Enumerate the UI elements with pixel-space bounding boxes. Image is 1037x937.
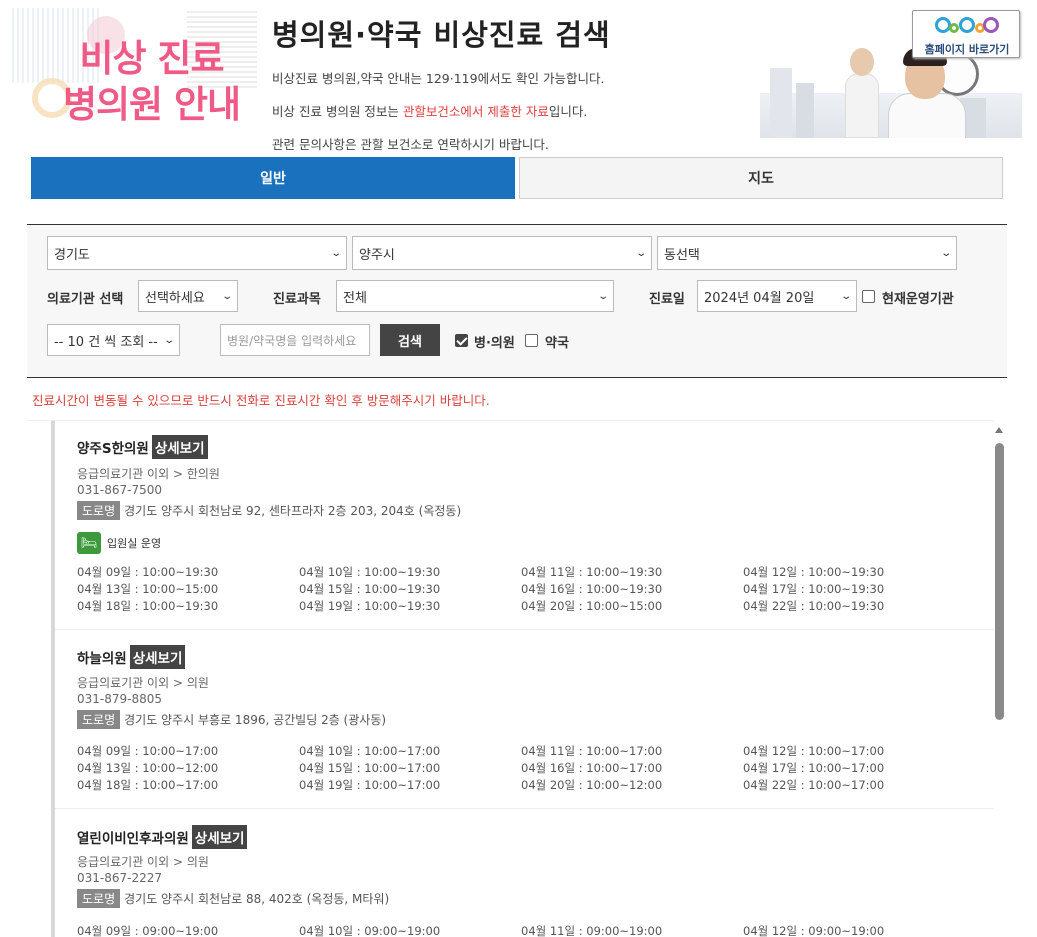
clinic-address: 도로명 경기도 양주시 회천남로 88, 402호 (옥정동, M타워)	[77, 889, 389, 908]
clinic-type: 응급의료기관 이외 > 의원	[77, 855, 209, 869]
list-item: 열린이비인후과의원 상세보기 응급의료기관 이외 > 의원 031-867-22…	[55, 809, 994, 937]
detail-button[interactable]: 상세보기	[151, 435, 208, 459]
road-badge: 도로명	[77, 501, 121, 520]
search-panel: 경기도 ⌄ 양주시 ⌄ 동선택 ⌄ 의료기관 선택 선택하세요 ⌄ 진료과목 전체 ⌄ 진…	[27, 224, 1007, 378]
clinic-name: 양주S한의원	[77, 441, 149, 457]
dong-select[interactable]: 동선택 ⌄	[657, 236, 957, 270]
chevron-down-icon: ⌄	[329, 247, 342, 259]
keyword-input[interactable]: 병원/약국명을 입력하세요	[220, 324, 370, 356]
header-banner: 비상 진료 병의원 안내 병의원·약국 비상진료 검색 비상진료 병의원,약국 …	[0, 0, 1037, 152]
road-badge: 도로명	[77, 889, 121, 908]
chevron-down-icon: ⌄	[839, 290, 852, 302]
clinic-phone: 031-867-7500	[77, 483, 163, 497]
clinic-phone: 031-879-8805	[77, 692, 163, 706]
inpatient-info: 🛏 입원실 운영	[77, 532, 161, 554]
clinic-type: 응급의료기관 이외 > 한의원	[77, 467, 220, 481]
chevron-down-icon: ⌄	[634, 247, 647, 259]
emergency-care-logo: 비상 진료 병의원 안내	[12, 8, 257, 133]
chevron-down-icon: ⌄	[596, 290, 609, 302]
info-line-1: 비상진료 병의원,약국 안내는 129·119에서도 확인 가능합니다.	[272, 71, 605, 86]
clinic-name: 하늘의원	[77, 651, 127, 667]
logo-line-2: 병의원 안내	[62, 83, 241, 126]
notice-text: 진료시간이 변동될 수 있으므로 반드시 전화로 진료시간 확인 후 방문해주시…	[32, 393, 490, 408]
list-item: 하늘의원 상세보기 응급의료기관 이외 > 의원 031-879-8805 도로…	[55, 630, 994, 809]
detail-button[interactable]: 상세보기	[129, 645, 186, 669]
hours-table: 04월 09일 : 10:00~17:00 04월 10일 : 10:00~17:…	[77, 744, 885, 792]
search-button[interactable]: 검색	[380, 324, 440, 356]
chevron-down-icon: ⌄	[162, 334, 175, 346]
info-line-2: 비상 진료 병의원 정보는 관할보건소에서 제출한 자료입니다.	[272, 104, 588, 119]
tab-general[interactable]: 일반	[31, 157, 515, 199]
results-list: 양주S한의원 상세보기 응급의료기관 이외 > 한의원 031-867-7500…	[27, 420, 994, 937]
homepage-button[interactable]: 홈페이지 바로가기	[912, 10, 1020, 58]
chevron-down-icon: ⌄	[939, 247, 952, 259]
pharmacy-checkbox[interactable]	[525, 334, 538, 347]
clinic-address: 도로명 경기도 양주시 부흥로 1896, 공간빌딩 2층 (광사동)	[77, 710, 386, 729]
info-line-3: 관련 문의사항은 관할 보건소로 연락하시기 바랍니다.	[272, 137, 549, 152]
operating-checkbox[interactable]	[862, 290, 875, 303]
bed-icon: 🛏	[77, 532, 101, 554]
department-select[interactable]: 전체 ⌄	[336, 280, 614, 312]
egen-logo-icon	[935, 15, 999, 37]
date-select[interactable]: 2024년 04월 20일 ⌄	[697, 280, 857, 312]
clinic-phone: 031-867-2227	[77, 871, 163, 885]
detail-button[interactable]: 상세보기	[191, 825, 248, 849]
institution-label: 의료기관 선택	[47, 292, 124, 307]
city-select[interactable]: 양주시 ⌄	[352, 236, 652, 270]
clinic-type: 응급의료기관 이외 > 의원	[77, 676, 209, 690]
logo-line-1: 비상 진료	[79, 37, 224, 80]
province-select[interactable]: 경기도 ⌄	[47, 236, 347, 270]
scrollbar-thumb[interactable]	[995, 443, 1004, 720]
scroll-up-arrow-icon[interactable]	[994, 426, 1005, 436]
list-item: 양주S한의원 상세보기 응급의료기관 이외 > 한의원 031-867-7500…	[55, 421, 994, 630]
pharmacy-label: 약국	[545, 336, 569, 351]
homepage-button-label: 홈페이지 바로가기	[924, 43, 1010, 56]
hospital-label: 병·의원	[474, 336, 515, 351]
hospital-checkbox[interactable]	[455, 334, 468, 347]
operating-label: 현재운영기관	[882, 292, 954, 307]
clinic-name: 열린이비인후과의원	[77, 831, 189, 847]
page-title: 병의원·약국 비상진료 검색	[272, 18, 611, 52]
clinic-address: 도로명 경기도 양주시 회천남로 92, 센타프라자 2층 203, 204호 …	[77, 501, 461, 520]
hours-table: 04월 09일 : 10:00~19:30 04월 10일 : 10:00~19:…	[77, 565, 885, 613]
chevron-down-icon: ⌄	[220, 290, 233, 302]
institution-select[interactable]: 선택하세요 ⌄	[138, 280, 238, 312]
page-size-select[interactable]: -- 10 건 씩 조회 -- ⌄	[47, 324, 180, 356]
department-label: 진료과목	[273, 292, 321, 307]
road-badge: 도로명	[77, 710, 121, 729]
tab-map[interactable]: 지도	[519, 157, 1003, 199]
date-label: 진료일	[649, 292, 685, 307]
hours-table: 04월 09일 : 09:00~19:00 04월 10일 : 09:00~19:…	[77, 924, 885, 937]
